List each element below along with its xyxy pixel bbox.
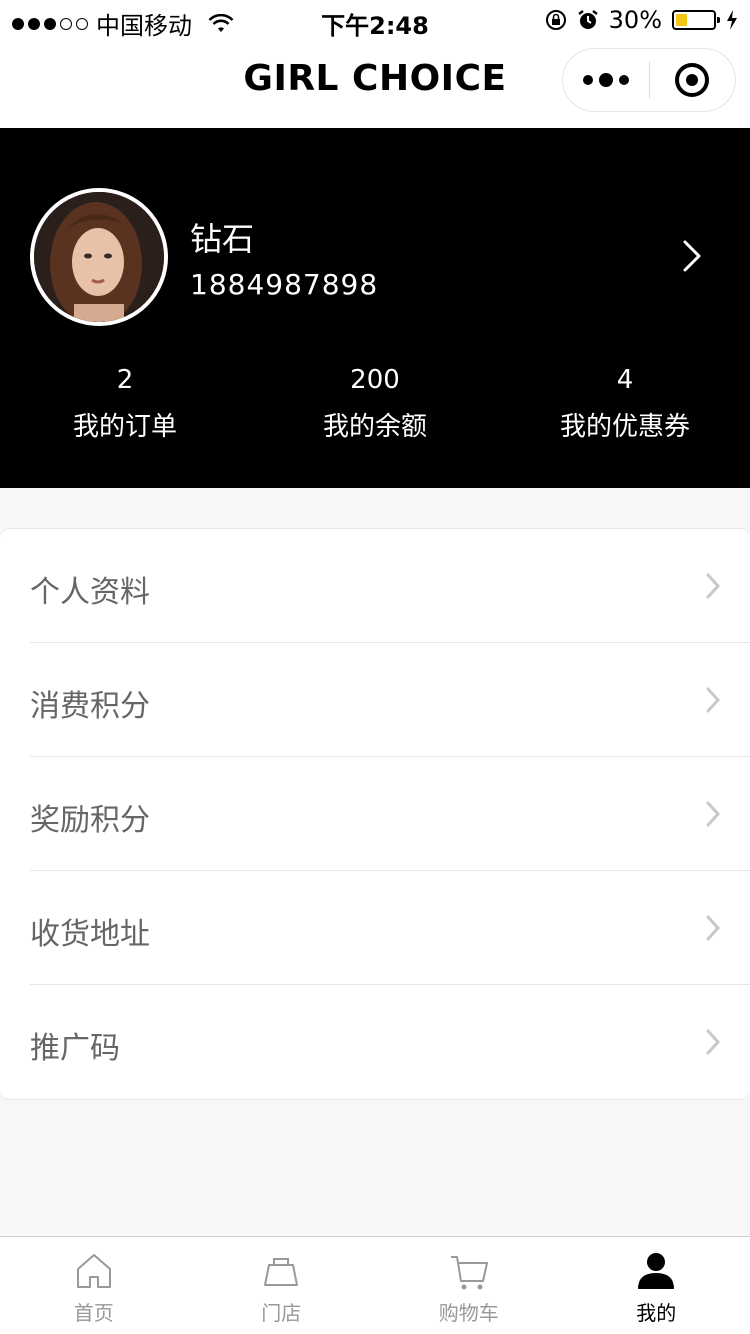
tab-label: 购物车 xyxy=(438,1301,499,1325)
mini-program-capsule xyxy=(562,48,736,112)
stat-balance[interactable]: 200 我的余额 xyxy=(250,364,500,443)
more-dots-icon-right xyxy=(618,75,629,85)
menu-item-label: 奖励积分 xyxy=(30,803,150,838)
tab-cart[interactable]: 购物车 xyxy=(375,1237,563,1334)
status-right: 30% xyxy=(545,6,738,34)
menu-list: 个人资料 消费积分 奖励积分 收货地址 推广码 xyxy=(0,528,750,1100)
stat-label: 我的优惠券 xyxy=(559,412,690,442)
stat-label: 我的订单 xyxy=(72,412,177,442)
close-mini-program-button[interactable] xyxy=(650,49,736,111)
member-level: 钻石 xyxy=(190,220,255,258)
more-dots-icon-center xyxy=(598,73,613,87)
tab-label: 首页 xyxy=(73,1301,114,1325)
menu-item-referral-code[interactable]: 推广码 xyxy=(30,985,750,1099)
stat-value: 200 xyxy=(350,365,400,395)
tab-store[interactable]: 门店 xyxy=(188,1237,376,1334)
stat-coupons[interactable]: 4 我的优惠券 xyxy=(500,364,750,443)
chevron-right-icon[interactable] xyxy=(680,236,704,276)
cart-icon xyxy=(450,1256,488,1290)
chevron-right-icon xyxy=(706,801,720,827)
status-bar: 中国移动 下午2:48 30% xyxy=(0,0,750,40)
nav-bar: GIRL CHOICE xyxy=(0,40,750,128)
user-icon xyxy=(638,1253,675,1289)
tab-label: 我的 xyxy=(636,1301,677,1325)
alarm-icon xyxy=(577,10,598,29)
chevron-right-icon xyxy=(706,573,720,599)
stat-value: 4 xyxy=(616,365,634,395)
avatar-image xyxy=(34,192,164,322)
menu-item-consumption-points[interactable]: 消费积分 xyxy=(30,643,750,757)
menu-item-label: 收货地址 xyxy=(30,917,150,952)
profile-header[interactable]: 钻石 1884987898 2 我的订单 200 我的余额 4 我的优惠券 xyxy=(0,128,750,488)
charging-icon xyxy=(727,10,737,30)
stat-label: 我的余额 xyxy=(322,412,427,442)
menu-item-label: 个人资料 xyxy=(30,575,150,610)
chevron-right-icon xyxy=(706,687,720,713)
stat-value: 2 xyxy=(116,365,134,395)
menu-item-profile[interactable]: 个人资料 xyxy=(30,529,750,643)
battery-percent: 30% xyxy=(608,6,662,34)
app: 中国移动 下午2:48 30% GIRL CHOICE 钻石 188498789… xyxy=(0,0,750,1334)
chevron-right-icon xyxy=(706,915,720,941)
menu-item-shipping-address[interactable]: 收货地址 xyxy=(30,871,750,985)
store-icon xyxy=(264,1258,299,1286)
chevron-right-icon xyxy=(706,1029,720,1055)
menu-item-label: 消费积分 xyxy=(30,689,150,724)
target-icon xyxy=(675,63,710,97)
more-button[interactable] xyxy=(563,49,649,111)
tab-mine[interactable]: 我的 xyxy=(563,1237,750,1334)
stats-row: 2 我的订单 200 我的余额 4 我的优惠券 xyxy=(0,364,750,443)
home-icon xyxy=(76,1254,111,1288)
tab-home[interactable]: 首页 xyxy=(0,1237,188,1334)
phone-number: 1884987898 xyxy=(190,268,379,301)
menu-item-label: 推广码 xyxy=(30,1031,120,1066)
avatar[interactable] xyxy=(30,188,168,326)
battery-level xyxy=(676,14,687,26)
orientation-lock-icon xyxy=(545,10,566,30)
stat-orders[interactable]: 2 我的订单 xyxy=(0,364,250,443)
menu-item-reward-points[interactable]: 奖励积分 xyxy=(30,757,750,871)
more-dots-icon xyxy=(582,75,593,85)
tab-bar: 首页 门店 购物车 我的 xyxy=(0,1236,750,1334)
tab-label: 门店 xyxy=(261,1301,302,1325)
battery-icon xyxy=(672,10,720,30)
